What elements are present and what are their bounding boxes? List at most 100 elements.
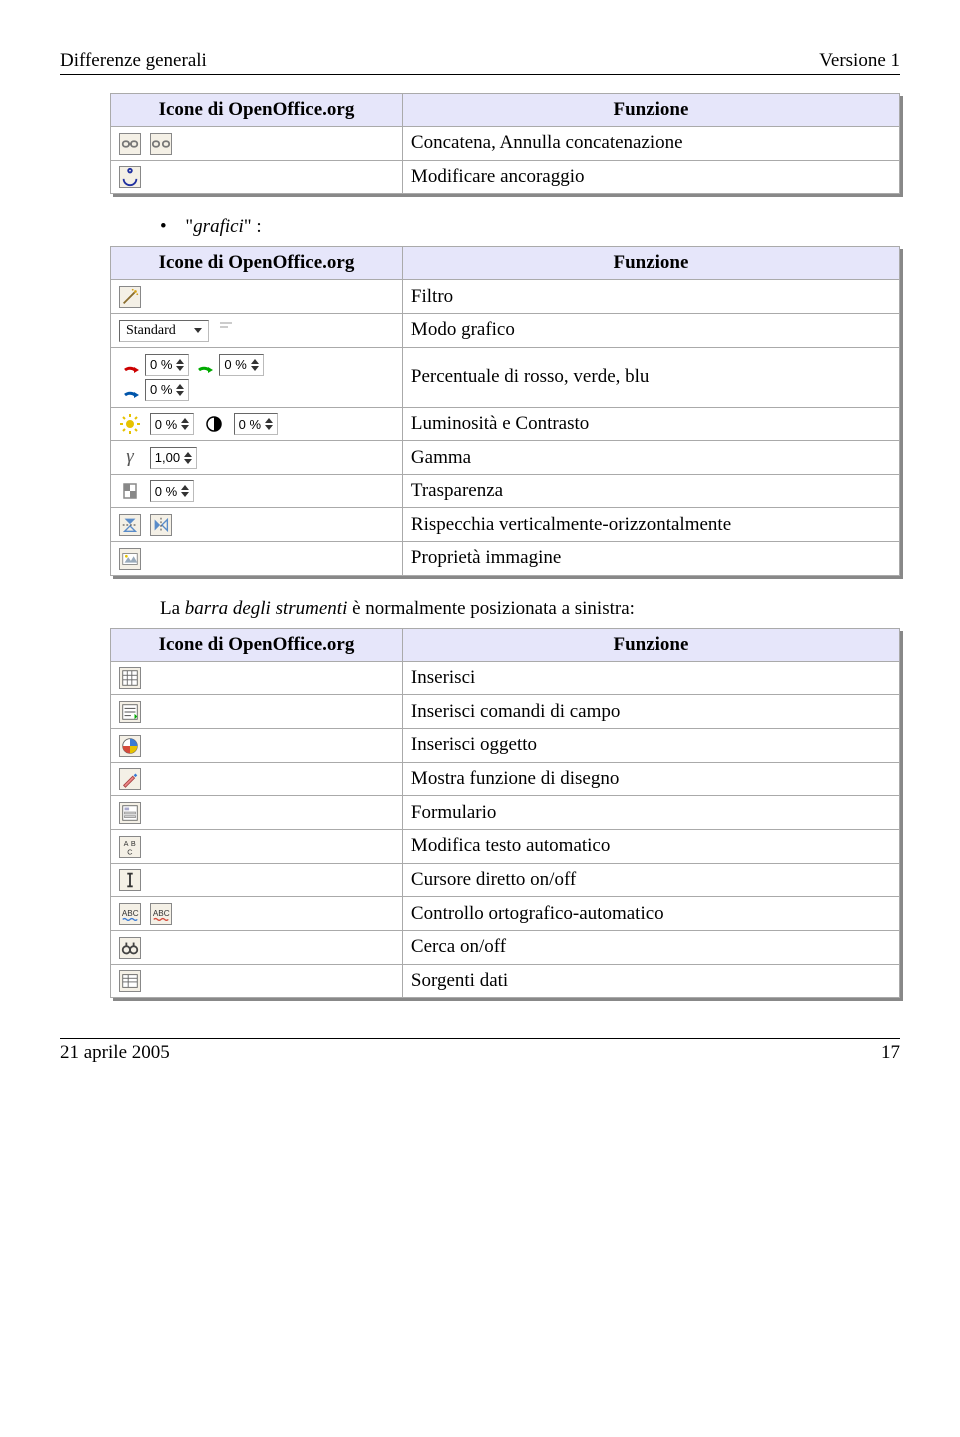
icon-cell [111, 930, 403, 964]
contrast-input[interactable]: 0 % [234, 413, 278, 435]
table-row: 0 % Trasparenza [111, 474, 900, 508]
table-row: γ 1,00 Gamma [111, 441, 900, 475]
data-sources-icon [119, 970, 141, 992]
table1-head-right: Funzione [402, 94, 899, 127]
table3-row2-label: Inserisci oggetto [402, 729, 899, 763]
footer-date: 21 aprile 2005 [60, 1042, 170, 1064]
chevron-down-icon [194, 328, 202, 333]
input-value: 0 % [150, 382, 172, 397]
autotext-icon: ABC [119, 836, 141, 858]
quote-open: " [185, 216, 193, 237]
icon-cell [111, 508, 403, 542]
transparency-icon [119, 480, 141, 502]
anchor-icon [119, 166, 141, 188]
icon-cell [111, 796, 403, 830]
table-row: Standard Modo grafico [111, 313, 900, 347]
midtext-pre: La [160, 598, 185, 619]
icon-cell: 0 % 0 % [111, 407, 403, 441]
table-row: 0 % 0 % [111, 347, 900, 407]
green-percent-input[interactable]: 0 % [219, 354, 263, 376]
table3-row3-label: Mostra funzione di disegno [402, 762, 899, 796]
table-row: ABC ABC Controllo ortografico-automatico [111, 897, 900, 931]
input-value: 1,00 [155, 450, 180, 465]
input-value: 0 % [239, 417, 261, 432]
blue-percent-input[interactable]: 0 % [145, 379, 189, 401]
quote-close: " : [244, 216, 262, 237]
gamma-icon: γ [119, 447, 141, 469]
flip-vertical-icon [119, 514, 141, 536]
table2-row3-label: Luminosità e Contrasto [402, 407, 899, 441]
table3: Icone di OpenOffice.org Funzione Inseris… [110, 628, 900, 998]
dropdown-value: Standard [126, 323, 176, 339]
transparency-input[interactable]: 0 % [150, 480, 194, 502]
table3-row4-label: Formulario [402, 796, 899, 830]
icon-cell: γ 1,00 [111, 441, 403, 475]
table3-row8-label: Cerca on/off [402, 930, 899, 964]
table2-row7-label: Proprietà immagine [402, 542, 899, 576]
table-row: Inserisci [111, 661, 900, 695]
table-row: Concatena, Annulla concatenazione [111, 127, 900, 161]
table3-row6-label: Cursore diretto on/off [402, 863, 899, 897]
direct-cursor-icon [119, 869, 141, 891]
table3-wrap: Icone di OpenOffice.org Funzione Inseris… [110, 628, 900, 998]
icon-cell [111, 695, 403, 729]
table3-head-left: Icone di OpenOffice.org [111, 628, 403, 661]
mid-text: La barra degli strumenti è normalmente p… [160, 598, 900, 620]
form-icon [119, 802, 141, 824]
input-value: 0 % [224, 357, 246, 372]
icon-cell [111, 127, 403, 161]
table1-row0-label: Concatena, Annulla concatenazione [402, 127, 899, 161]
icon-cell: 0 % 0 % [111, 347, 403, 407]
red-percent-input[interactable]: 0 % [145, 354, 189, 376]
table3-row0-label: Inserisci [402, 661, 899, 695]
input-value: 0 % [155, 484, 177, 499]
table2-head-left: Icone di OpenOffice.org [111, 247, 403, 280]
auto-spellcheck-icon: ABC [150, 903, 172, 925]
table-row: Proprietà immagine [111, 542, 900, 576]
table2-row1-label: Modo grafico [402, 313, 899, 347]
table-header-row: Icone di OpenOffice.org Funzione [111, 247, 900, 280]
icon-cell: 0 % [111, 474, 403, 508]
input-value: 0 % [155, 417, 177, 432]
insert-table-icon [119, 667, 141, 689]
graphic-mode-dropdown[interactable]: Standard [119, 320, 209, 342]
table-row: Rispecchia verticalmente-orizzontalmente [111, 508, 900, 542]
table-row: Modificare ancoraggio [111, 160, 900, 194]
insert-fields-icon [119, 701, 141, 723]
blue-arrow-icon [119, 379, 141, 401]
midtext-post: è normalmente posizionata a sinistra: [347, 598, 635, 619]
brightness-input[interactable]: 0 % [150, 413, 194, 435]
drawing-icon [119, 768, 141, 790]
svg-text:ABC: ABC [122, 909, 139, 918]
bullet-grafici: "grafici" : [160, 216, 900, 238]
image-properties-icon [119, 548, 141, 570]
table-row: Formulario [111, 796, 900, 830]
table-row: ABC Modifica testo automatico [111, 829, 900, 863]
filter-wand-icon [119, 286, 141, 308]
footer-page-number: 17 [881, 1042, 900, 1064]
icon-cell: Standard [111, 313, 403, 347]
contrast-icon [203, 413, 225, 435]
search-binoculars-icon [119, 937, 141, 959]
header-right: Versione 1 [819, 50, 900, 72]
midtext-ital: barra degli strumenti [185, 598, 348, 619]
table-header-row: Icone di OpenOffice.org Funzione [111, 94, 900, 127]
table1: Icone di OpenOffice.org Funzione Concate… [110, 93, 900, 194]
page-footer: 21 aprile 2005 17 [60, 1038, 900, 1064]
table1-row1-label: Modificare ancoraggio [402, 160, 899, 194]
icon-cell [111, 964, 403, 998]
table2: Icone di OpenOffice.org Funzione Filtro … [110, 246, 900, 575]
brightness-icon [119, 413, 141, 435]
chain-unlink-icon [150, 133, 172, 155]
gamma-input[interactable]: 1,00 [150, 447, 197, 469]
chain-link-icon [119, 133, 141, 155]
icon-cell [111, 863, 403, 897]
table3-row9-label: Sorgenti dati [402, 964, 899, 998]
table2-wrap: Icone di OpenOffice.org Funzione Filtro … [110, 246, 900, 575]
flip-horizontal-icon [150, 514, 172, 536]
table-row: Filtro [111, 280, 900, 314]
table-row: Cursore diretto on/off [111, 863, 900, 897]
insert-object-icon [119, 735, 141, 757]
table-row: Inserisci comandi di campo [111, 695, 900, 729]
table2-row0-label: Filtro [402, 280, 899, 314]
